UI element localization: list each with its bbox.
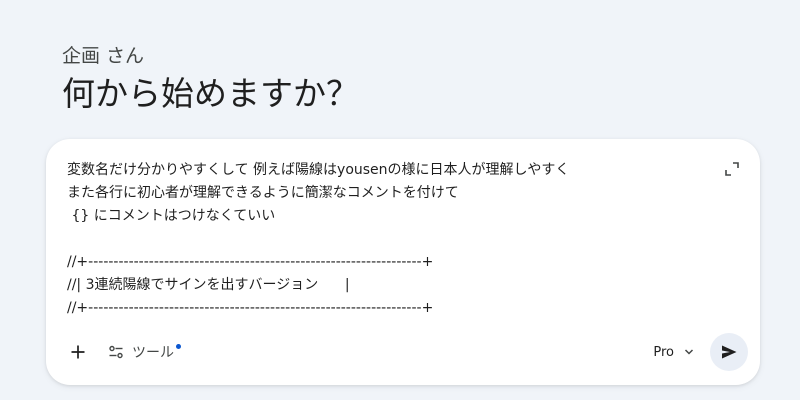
prompt-line: {} にコメントはつけなくていい: [67, 208, 276, 224]
greeting-title: 何から始めますか？: [62, 74, 359, 113]
prompt-card: 変数名だけ分かりやすくして 例えば陽線はyousenの様に日本人が理解しやすく …: [46, 139, 760, 385]
tools-icon: [109, 345, 123, 359]
greeting: 企画 さん 何から始めますか？: [62, 44, 359, 116]
model-label: Pro: [653, 344, 674, 360]
prompt-line: //+-------------------------------------…: [67, 254, 434, 270]
chevron-down-icon: [684, 349, 694, 355]
plus-icon: [71, 345, 85, 359]
tools-label: ツール: [132, 345, 174, 361]
prompt-line: //+-------------------------------------…: [67, 300, 434, 316]
prompt-line: また各行に初心者が理解できるように簡潔なコメントを付けて: [67, 185, 459, 201]
model-picker[interactable]: Pro: [653, 336, 694, 368]
send-button[interactable]: [710, 333, 748, 371]
input-toolbar: ツール Pro: [46, 333, 760, 371]
greeting-user-name: 企画 さん: [62, 45, 145, 67]
send-icon: [722, 345, 737, 359]
expand-icon: [725, 162, 739, 176]
expand-button[interactable]: [720, 157, 744, 181]
add-button[interactable]: [62, 336, 94, 368]
tools-button[interactable]: ツール: [108, 336, 181, 368]
tools-notification-dot: [176, 343, 181, 349]
prompt-line: 変数名だけ分かりやすくして 例えば陽線はyousenの様に日本人が理解しやすく: [67, 162, 570, 178]
page: 企画 さん 何から始めますか？ 変数名だけ分かりやすくして 例えば陽線はyous…: [0, 0, 800, 400]
prompt-line: //| 3連続陽線でサインを出すバージョン |: [67, 277, 350, 293]
prompt-line: [67, 228, 707, 251]
prompt-input[interactable]: 変数名だけ分かりやすくして 例えば陽線はyousenの様に日本人が理解しやすく …: [67, 159, 707, 319]
